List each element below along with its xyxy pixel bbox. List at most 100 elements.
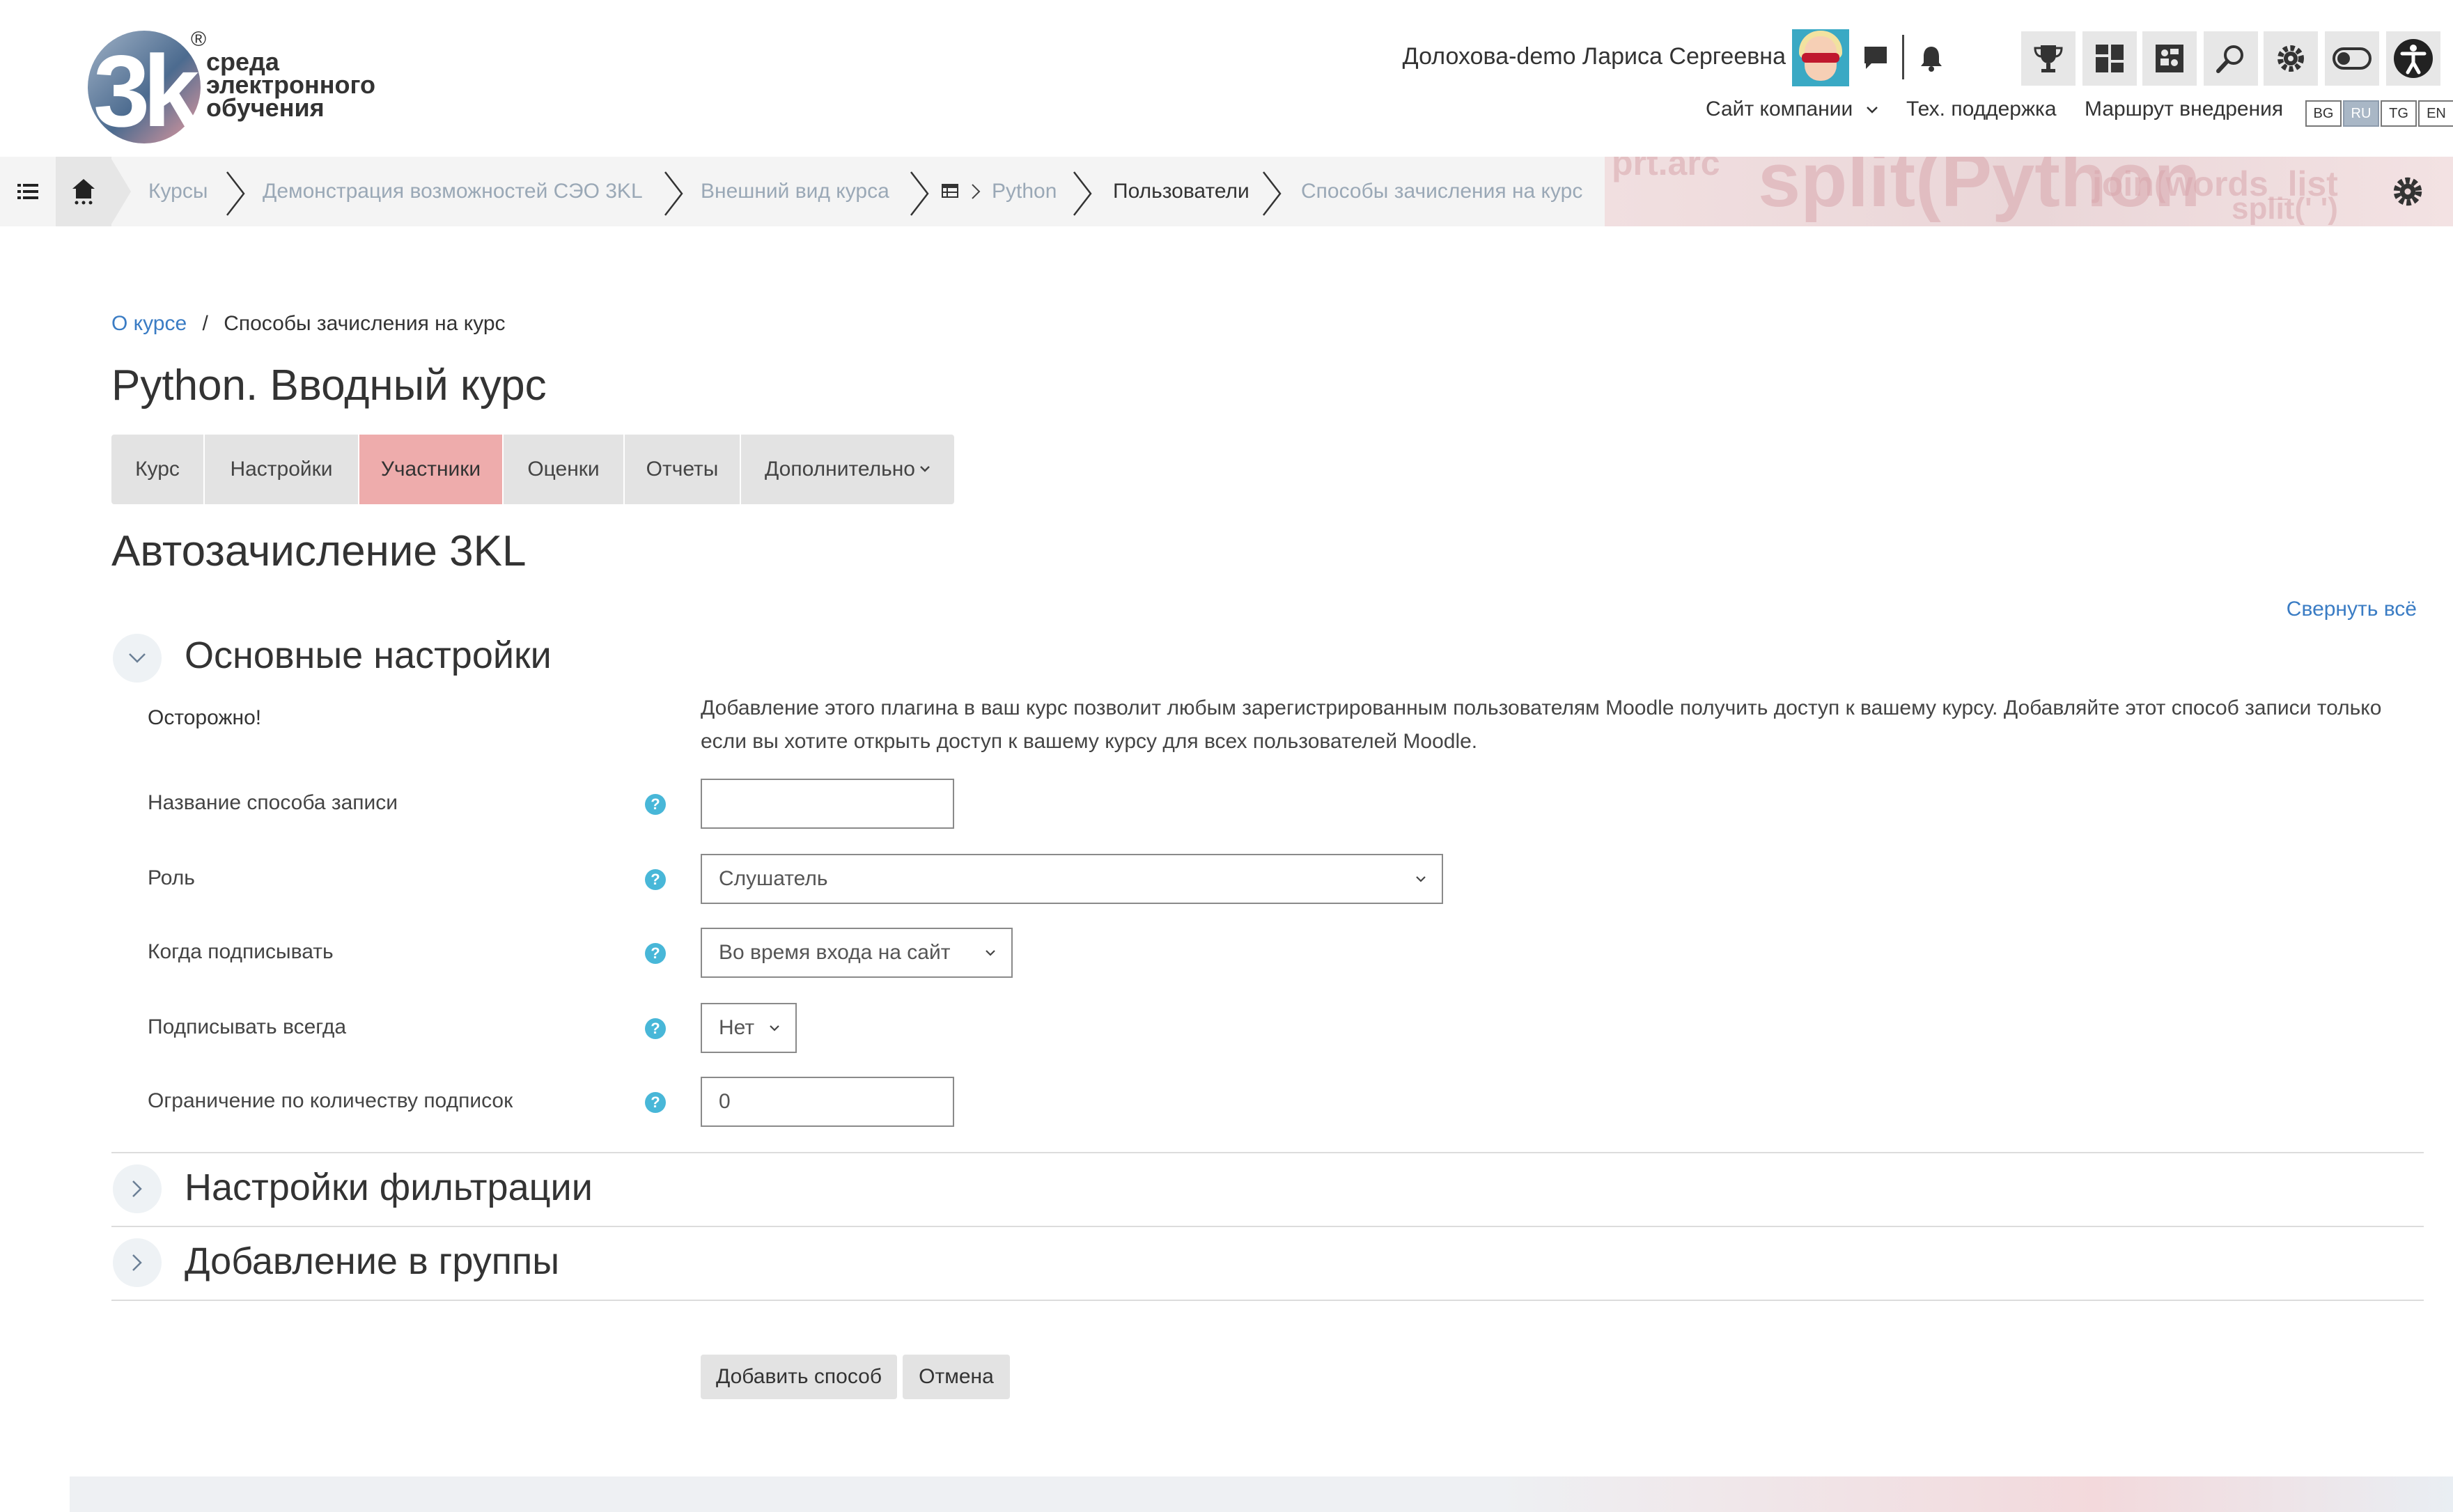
nav-implementation-route[interactable]: Маршрут внедрения bbox=[2085, 98, 2283, 121]
users-board-icon[interactable] bbox=[2142, 31, 2197, 86]
help-icon[interactable]: ? bbox=[645, 869, 666, 890]
page-settings-gear-icon[interactable] bbox=[2389, 173, 2427, 210]
nav-company-label: Сайт компании bbox=[1706, 98, 1853, 120]
breadcrumb-about-course[interactable]: О курсе bbox=[111, 312, 187, 335]
chevron-right-icon bbox=[132, 1180, 142, 1197]
enrol-name-input[interactable] bbox=[701, 779, 954, 829]
footer-band bbox=[70, 1476, 2453, 1512]
chevron-down-icon bbox=[770, 1025, 779, 1031]
chevron-right-icon bbox=[226, 171, 245, 216]
section-divider bbox=[111, 1226, 2424, 1227]
help-icon[interactable]: ? bbox=[645, 943, 666, 964]
tab-reports[interactable]: Отчеты bbox=[625, 435, 741, 504]
tab-grades[interactable]: Оценки bbox=[504, 435, 625, 504]
lang-tg[interactable]: TG bbox=[2381, 100, 2417, 127]
section-divider bbox=[111, 1300, 2424, 1301]
chevron-right-icon bbox=[910, 171, 929, 216]
section-toggle-filter[interactable] bbox=[113, 1164, 162, 1213]
tab-more[interactable]: Дополнительно bbox=[741, 435, 954, 504]
avatar[interactable] bbox=[1792, 29, 1849, 86]
breadcrumb-separator: / bbox=[202, 312, 208, 335]
warning-text: Добавление этого плагина в ваш курс позв… bbox=[701, 696, 2382, 753]
breadcrumb-current: Способы зачисления на курс bbox=[224, 312, 506, 335]
role-select-value: Слушатель bbox=[719, 867, 828, 890]
header-divider bbox=[1902, 35, 1904, 79]
collapse-all-link[interactable]: Свернуть всё bbox=[2287, 598, 2417, 621]
secondary-breadcrumb: О курсе / Способы зачисления на курс bbox=[111, 312, 506, 336]
menu-toggle[interactable] bbox=[0, 157, 56, 226]
course-icon bbox=[942, 184, 958, 198]
home-icon bbox=[72, 179, 95, 205]
help-icon[interactable]: ? bbox=[645, 1092, 666, 1113]
tab-participants[interactable]: Участники bbox=[359, 435, 504, 504]
field-label-role: Роль bbox=[148, 866, 195, 889]
background-code-text: prt.arc bbox=[1612, 157, 1720, 182]
when-select[interactable]: Во время входа на сайт bbox=[701, 928, 1013, 978]
field-label-always: Подписывать всегда bbox=[148, 1015, 347, 1038]
home-arrow-shape bbox=[110, 157, 131, 226]
breadcrumb-enrol-methods[interactable]: Способы зачисления на курс bbox=[1301, 180, 1582, 203]
background-code-text: split(' ') bbox=[2232, 192, 2338, 226]
section-title-filter[interactable]: Настройки фильтрации bbox=[185, 1166, 593, 1209]
logo-registered: ® bbox=[191, 28, 207, 51]
chevron-down-icon bbox=[1416, 876, 1426, 882]
warning-label: Осторожно! bbox=[148, 706, 262, 729]
user-name[interactable]: Долохова-demo Лариса Сергеевна bbox=[1403, 43, 1786, 70]
section-title-groups[interactable]: Добавление в группы bbox=[185, 1240, 559, 1283]
breadcrumb-python[interactable]: Python bbox=[992, 180, 1057, 203]
accessibility-icon[interactable] bbox=[2386, 31, 2440, 86]
chevron-right-icon bbox=[1073, 171, 1092, 216]
breadcrumb-course-view[interactable]: Внешний вид курса bbox=[701, 180, 889, 203]
help-icon[interactable]: ? bbox=[645, 794, 666, 815]
help-icon[interactable]: ? bbox=[645, 1018, 666, 1039]
dashboard-icon[interactable] bbox=[2082, 31, 2137, 86]
bell-icon[interactable] bbox=[1913, 39, 1950, 77]
section-toggle-main[interactable] bbox=[113, 634, 162, 683]
breadcrumb-users[interactable]: Пользователи bbox=[1113, 180, 1249, 203]
chevron-down-icon bbox=[1866, 107, 1878, 114]
field-label-limit: Ограничение по количеству подписок bbox=[148, 1089, 513, 1112]
nav-company-site[interactable]: Сайт компании bbox=[1706, 98, 1878, 121]
breadcrumb-courses[interactable]: Курсы bbox=[148, 180, 208, 203]
search-icon[interactable] bbox=[2204, 31, 2258, 86]
chevron-down-icon bbox=[129, 653, 146, 663]
field-label-when: Когда подписывать bbox=[148, 940, 334, 963]
chevron-down-icon bbox=[986, 950, 995, 956]
field-label-name: Название способа записи bbox=[148, 791, 398, 814]
toggle-icon[interactable] bbox=[2325, 31, 2379, 86]
chevron-right-icon bbox=[664, 171, 683, 216]
tab-more-label: Дополнительно bbox=[765, 458, 915, 481]
section-divider bbox=[111, 1152, 2424, 1153]
when-select-value: Во время входа на сайт bbox=[719, 941, 951, 964]
home-button[interactable] bbox=[56, 157, 111, 226]
chevron-right-small-icon bbox=[972, 184, 981, 199]
section-toggle-groups[interactable] bbox=[113, 1238, 162, 1287]
cancel-button[interactable]: Отмена bbox=[903, 1355, 1010, 1399]
page-heading: Автозачисление 3KL bbox=[111, 527, 527, 575]
list-icon bbox=[17, 184, 38, 199]
gear-icon[interactable] bbox=[2264, 31, 2318, 86]
limit-input[interactable]: 0 bbox=[701, 1077, 954, 1127]
trophy-icon[interactable] bbox=[2021, 31, 2076, 86]
course-tabs: Курс Настройки Участники Оценки Отчеты Д… bbox=[111, 435, 954, 504]
messages-icon[interactable] bbox=[1857, 39, 1894, 77]
breadcrumb-demo[interactable]: Демонстрация возможностей СЭО 3KL bbox=[263, 180, 643, 203]
nav-tech-support[interactable]: Тех. поддержка bbox=[1906, 98, 2057, 121]
lang-bg[interactable]: BG bbox=[2305, 100, 2342, 127]
course-title: Python. Вводный курс bbox=[111, 361, 547, 410]
add-method-button[interactable]: Добавить способ bbox=[701, 1355, 897, 1399]
role-select[interactable]: Слушатель bbox=[701, 854, 1443, 904]
logo-line: обучения bbox=[206, 93, 325, 122]
lang-en[interactable]: EN bbox=[2418, 100, 2453, 127]
language-switcher: BG RU TG EN bbox=[2304, 100, 2453, 127]
always-select[interactable]: Нет bbox=[701, 1003, 797, 1053]
lang-ru[interactable]: RU bbox=[2343, 100, 2379, 127]
logo-3k-text: 3k bbox=[93, 34, 199, 148]
breadcrumb-background-image: prt.arc split(Python join(words_list spl… bbox=[1605, 157, 2453, 226]
always-select-value: Нет bbox=[719, 1016, 755, 1039]
logo-wordmark: среда электронного обучения bbox=[206, 49, 415, 122]
tab-settings[interactable]: Настройки bbox=[205, 435, 359, 504]
chevron-right-icon bbox=[1263, 171, 1282, 216]
tab-course[interactable]: Курс bbox=[111, 435, 205, 504]
section-title-main[interactable]: Основные настройки bbox=[185, 634, 552, 677]
